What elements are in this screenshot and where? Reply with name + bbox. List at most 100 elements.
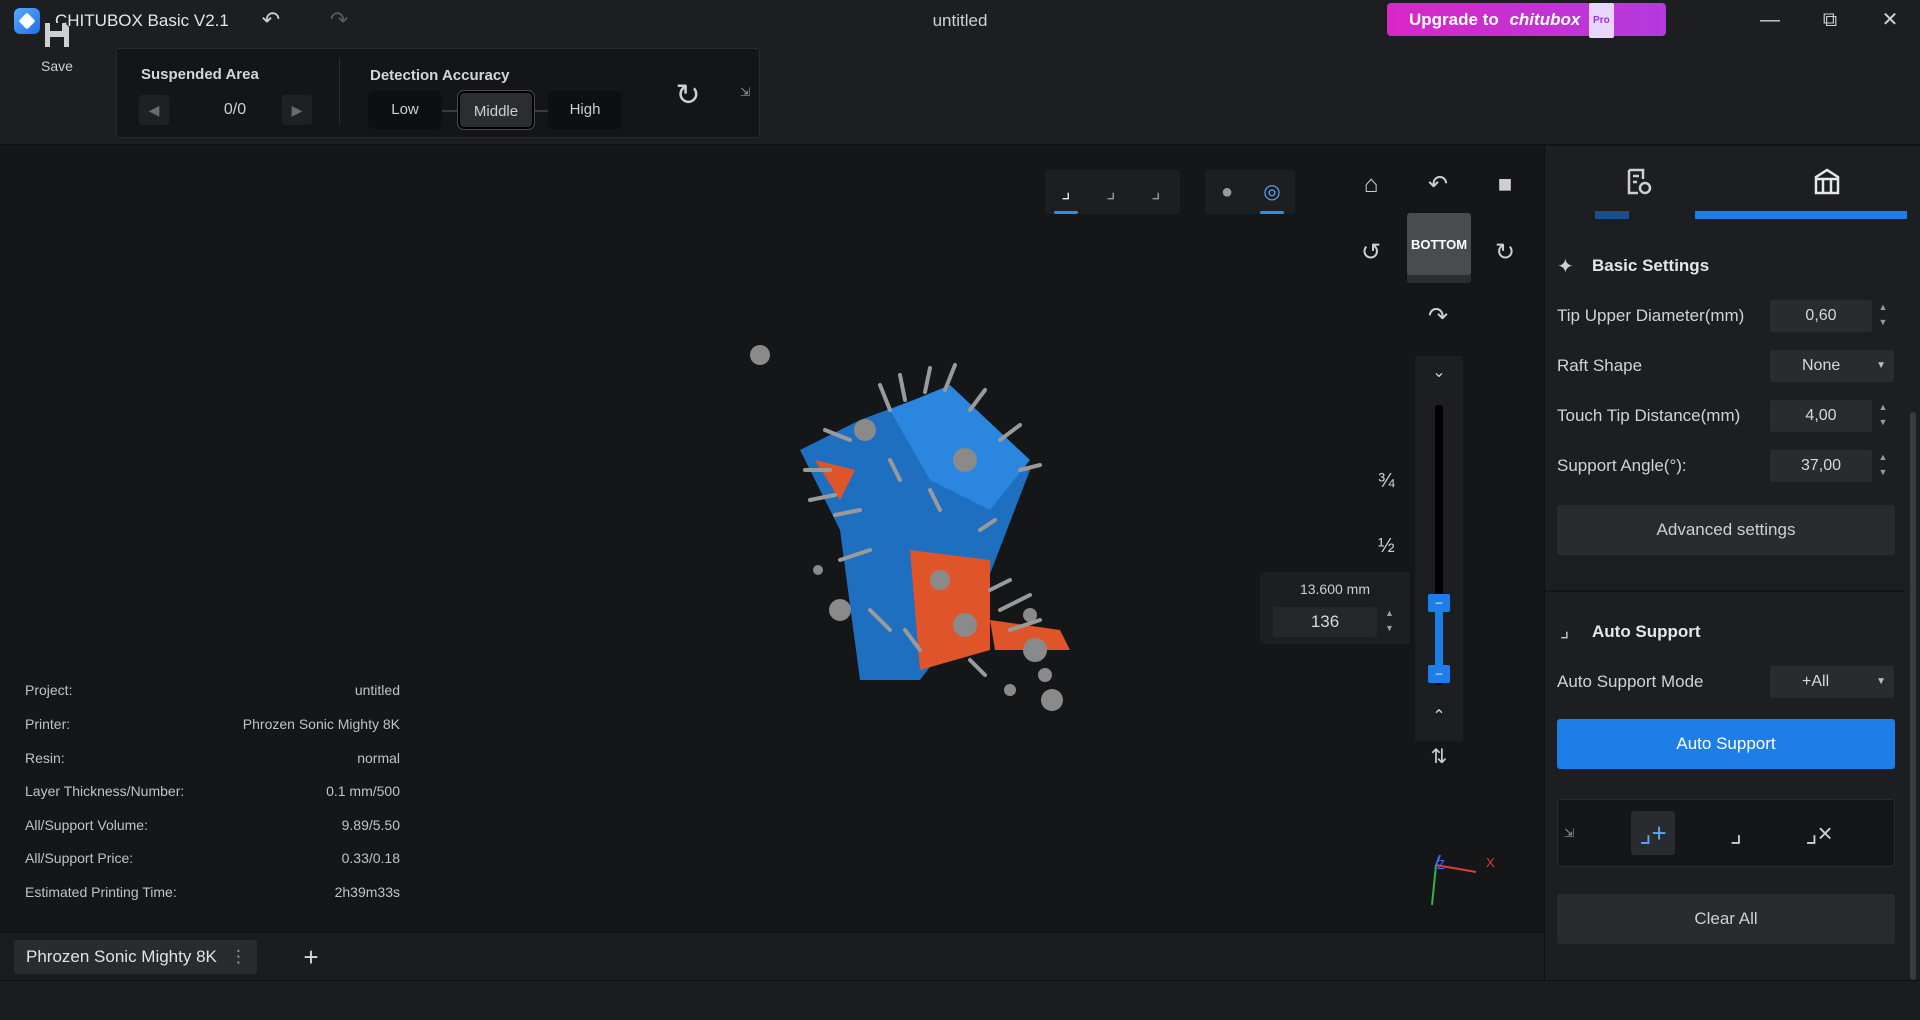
support-angle-label: Support Angle(°): — [1557, 456, 1687, 475]
document-title: untitled — [932, 11, 988, 30]
slider-mark-half: ½ — [1378, 535, 1395, 557]
perspective-cube-icon[interactable]: ■ — [1488, 168, 1522, 202]
suspended-area-title: Suspended Area — [141, 66, 259, 83]
next-suspended-button[interactable]: ▶ — [282, 95, 312, 125]
save-label: Save — [41, 58, 73, 74]
support-light-icon[interactable]: ⌟ — [1052, 178, 1080, 214]
info-layer: Layer Thickness/Number: 0.1 mm/500 — [25, 783, 400, 799]
close-button[interactable]: ✕ — [1870, 6, 1910, 34]
delete-support-tool-icon[interactable]: ⌟× — [1797, 811, 1841, 855]
edit-support-tool-icon[interactable]: ⌟ — [1714, 811, 1758, 855]
detection-accuracy-title: Detection Accuracy — [370, 67, 510, 84]
suspended-counter: 0/0 — [223, 101, 247, 118]
auto-support-mode-label: Auto Support Mode — [1557, 672, 1704, 691]
add-printer-tab-button[interactable]: + — [296, 940, 326, 974]
home-view-icon[interactable]: ⌂ — [1354, 168, 1388, 202]
layer-down-icon[interactable]: ▼ — [1385, 623, 1394, 633]
auto-support-title: Auto Support — [1592, 622, 1701, 641]
settings-doc-icon — [1627, 168, 1652, 195]
layer-number-input[interactable]: 136 — [1273, 607, 1377, 637]
undo-icon[interactable]: ↶ — [256, 6, 286, 34]
status-bar — [0, 980, 1920, 1020]
printer-tab-label: Phrozen Sonic Mighty 8K — [26, 947, 217, 966]
rotate-left-icon[interactable]: ↺ — [1354, 236, 1388, 270]
tab-settings[interactable] — [1545, 146, 1733, 218]
touch-tip-label: Touch Tip Distance(mm) — [1557, 406, 1741, 425]
wireframe-sphere-icon[interactable]: ◎ — [1258, 178, 1286, 214]
tip-upper-up-icon[interactable]: ▲ — [1876, 302, 1890, 312]
basic-settings-title: Basic Settings — [1592, 256, 1710, 275]
support-structure-icon — [1814, 168, 1839, 195]
minimize-button[interactable]: — — [1750, 6, 1790, 34]
raft-shape-value: None — [1802, 357, 1841, 374]
view-cube[interactable]: BOTTOM — [1407, 213, 1471, 283]
layer-slider-bottom-knob[interactable]: – — [1428, 665, 1450, 683]
auto-support-button[interactable]: Auto Support — [1557, 719, 1895, 769]
info-price: All/Support Price: 0.33/0.18 — [25, 850, 400, 866]
active-tab-indicator — [1695, 211, 1907, 219]
support-heavy-icon[interactable]: ⌟ — [1142, 178, 1170, 206]
add-support-tool-icon[interactable]: ⌟+ — [1631, 811, 1675, 855]
info-resin: Resin: normal — [25, 750, 400, 766]
rotate-right-icon[interactable]: ↻ — [1488, 236, 1522, 270]
printer-tab[interactable]: Phrozen Sonic Mighty 8K ⋮ — [14, 940, 257, 974]
slider-mark-three-quarters: ¾ — [1378, 470, 1395, 492]
auto-support-icon: ⌟ — [1560, 620, 1570, 642]
layer-slider-top-knob[interactable]: – — [1428, 594, 1450, 612]
touch-tip-input[interactable]: 4,00 — [1770, 400, 1872, 432]
tab-supports[interactable] — [1733, 146, 1920, 218]
tip-upper-input[interactable]: 0,60 — [1770, 300, 1872, 332]
save-button[interactable]: Save — [30, 20, 84, 90]
raft-shape-select[interactable]: None ▼ — [1770, 350, 1894, 382]
sort-layers-icon[interactable]: ⇅ — [1422, 740, 1456, 774]
upgrade-label: Upgrade to — [1409, 10, 1499, 29]
tip-upper-label: Tip Upper Diameter(mm) — [1557, 306, 1745, 325]
chevron-down-icon: ▼ — [1876, 360, 1886, 371]
axis-z-label: Z — [1437, 857, 1445, 872]
info-print-time: Estimated Printing Time: 2h39m33s — [25, 884, 400, 900]
pro-badge: Pro — [1589, 3, 1614, 38]
raft-shape-label: Raft Shape — [1557, 356, 1643, 375]
touch-tip-down-icon[interactable]: ▼ — [1876, 417, 1890, 427]
support-angle-input[interactable]: 37,00 — [1770, 450, 1872, 482]
layer-up-icon[interactable]: ▲ — [1385, 608, 1394, 618]
more-options-icon[interactable]: ⋮ — [230, 940, 247, 974]
info-project: Project: untitled — [25, 682, 400, 698]
chevron-up-icon[interactable]: ⌃ — [1422, 700, 1456, 734]
chevron-down-icon: ▼ — [1876, 676, 1886, 687]
accuracy-middle-button[interactable]: Middle — [457, 90, 535, 130]
tip-upper-down-icon[interactable]: ▼ — [1876, 317, 1890, 327]
support-angle-up-icon[interactable]: ▲ — [1876, 452, 1890, 462]
maximize-button[interactable]: ⧉ — [1810, 6, 1850, 34]
clear-all-button[interactable]: Clear All — [1557, 894, 1895, 944]
3d-model[interactable] — [740, 330, 1100, 730]
chevron-down-icon[interactable]: ⌄ — [1422, 356, 1456, 390]
rotate-down-icon[interactable]: ↷ — [1421, 300, 1455, 334]
accuracy-high-button[interactable]: High — [548, 91, 622, 129]
advanced-settings-button[interactable]: Advanced settings — [1557, 505, 1895, 555]
upgrade-button[interactable]: Upgrade to chitubox Pro — [1387, 3, 1666, 38]
prev-suspended-button[interactable]: ◀ — [139, 95, 169, 125]
support-angle-down-icon[interactable]: ▼ — [1876, 467, 1890, 477]
save-icon — [45, 23, 69, 47]
info-printer: Printer: Phrozen Sonic Mighty 8K — [25, 716, 400, 732]
magic-wand-icon: ✦ — [1557, 256, 1574, 278]
collapse-icon[interactable]: ⇲ — [1564, 826, 1574, 840]
info-volume: All/Support Volume: 9.89/5.50 — [25, 817, 400, 833]
auto-support-mode-select[interactable]: +All ▼ — [1770, 666, 1894, 698]
section-divider — [1545, 590, 1905, 592]
accuracy-low-button[interactable]: Low — [368, 91, 442, 129]
collapse-icon[interactable]: ⇲ — [740, 85, 750, 99]
upgrade-brand: chitubox — [1509, 10, 1581, 29]
rotate-up-icon[interactable]: ↶ — [1421, 168, 1455, 202]
support-medium-icon[interactable]: ⌟ — [1097, 178, 1125, 206]
divider — [339, 58, 340, 124]
axis-x-label: X — [1486, 855, 1495, 870]
touch-tip-up-icon[interactable]: ▲ — [1876, 402, 1890, 412]
refresh-detection-icon[interactable]: ↻ — [668, 76, 708, 116]
auto-support-mode-value: +All — [1802, 673, 1830, 690]
tab-partial-indicator — [1595, 211, 1629, 219]
right-panel-scrollbar[interactable] — [1910, 412, 1916, 980]
solid-sphere-icon[interactable]: ● — [1213, 178, 1241, 206]
redo-icon[interactable]: ↷ — [324, 6, 354, 34]
